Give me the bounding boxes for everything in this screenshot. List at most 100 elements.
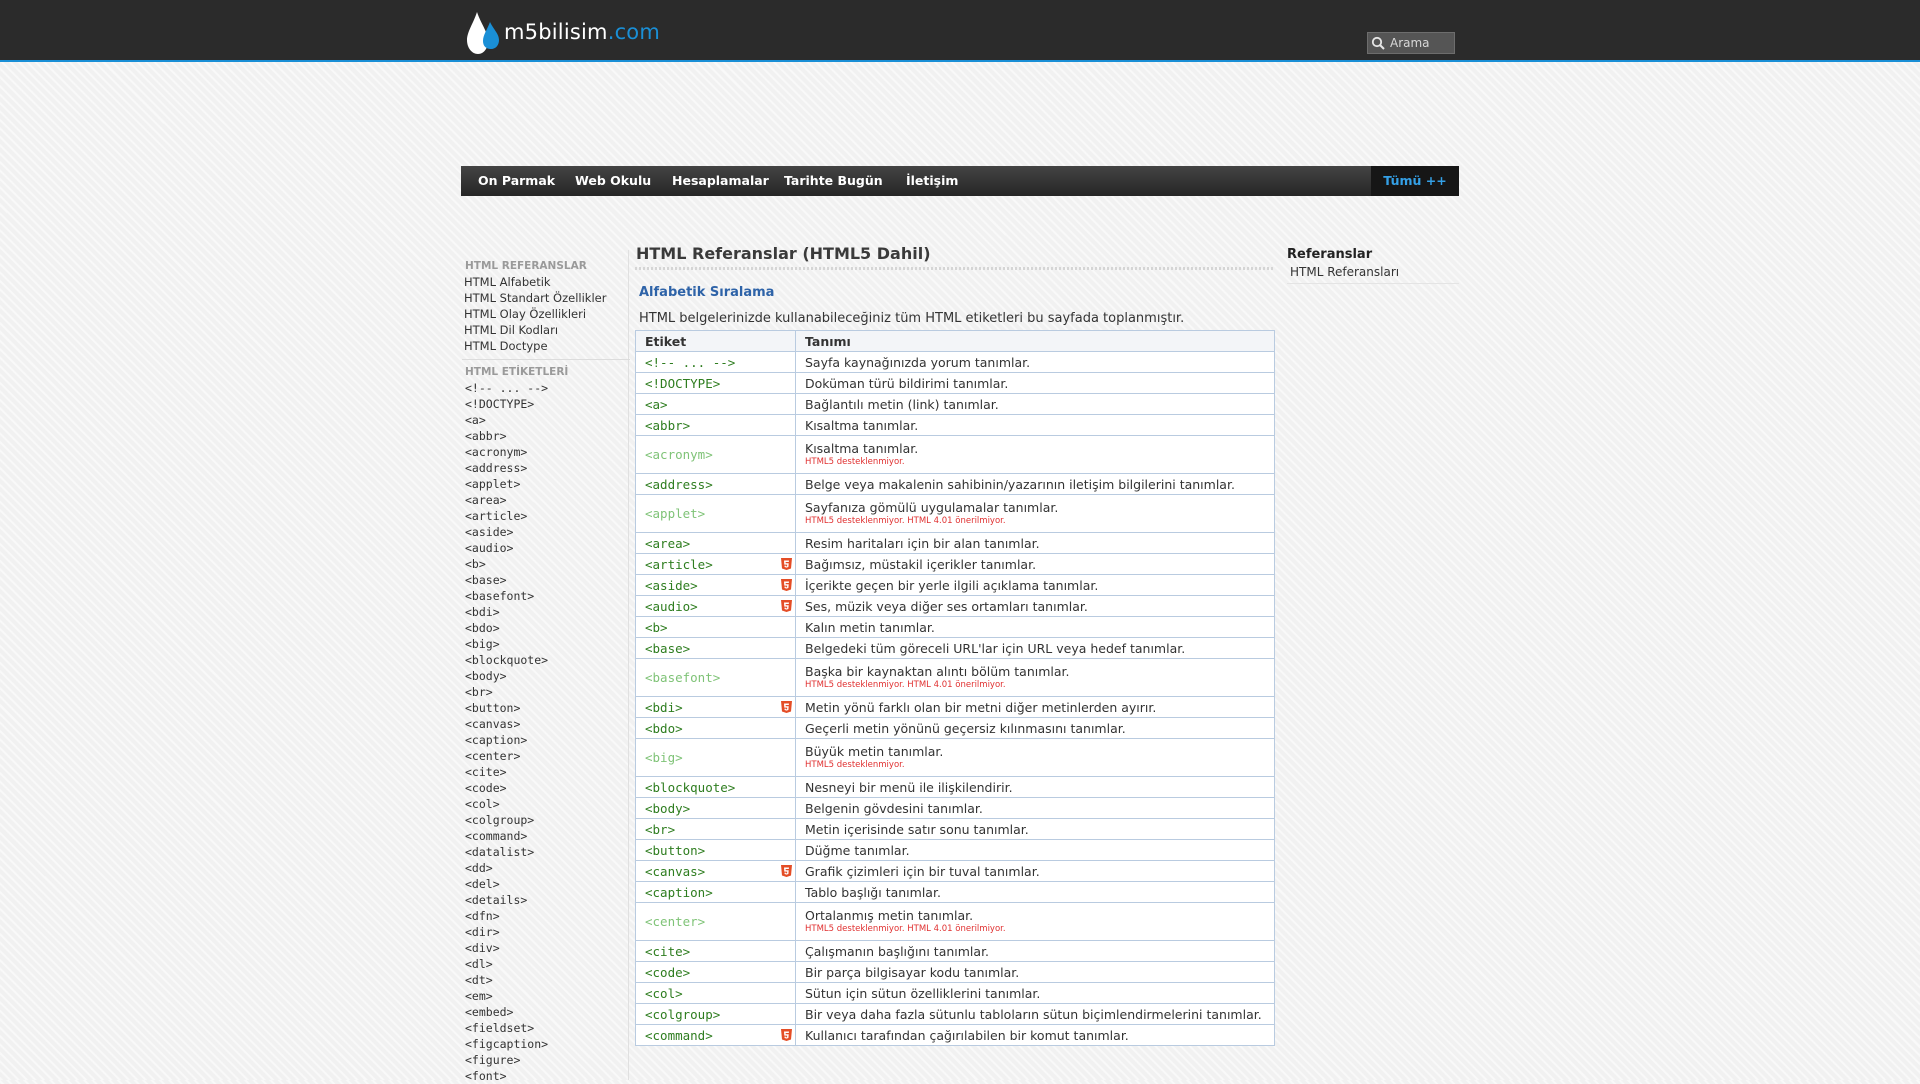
tag-cell[interactable]: <applet> xyxy=(635,494,796,533)
sidebar-tag-link[interactable]: <address> xyxy=(462,460,630,476)
tag-name[interactable]: <bdo> xyxy=(645,721,683,736)
nav-item-iletisim[interactable]: İletişim xyxy=(906,166,958,196)
tag-cell[interactable]: <cite> xyxy=(635,940,796,962)
tag-cell[interactable]: <article> xyxy=(635,553,796,575)
sidebar-tag-link[interactable]: <acronym> xyxy=(462,444,630,460)
sidebar-tag-link[interactable]: <code> xyxy=(462,780,630,796)
sidebar-link[interactable]: HTML Alfabetik xyxy=(462,274,630,290)
sidebar-tag-link[interactable]: <embed> xyxy=(462,1004,630,1020)
tag-cell[interactable]: <acronym> xyxy=(635,435,796,474)
tag-name[interactable]: <acronym> xyxy=(645,447,713,462)
sidebar-tag-link[interactable]: <big> xyxy=(462,636,630,652)
tag-name[interactable]: <colgroup> xyxy=(645,1007,720,1022)
tag-cell[interactable]: <bdi> xyxy=(635,696,796,718)
site-logo[interactable]: m5bilisim.com xyxy=(466,8,660,56)
sidebar-tag-link[interactable]: <applet> xyxy=(462,476,630,492)
tag-name[interactable]: <b> xyxy=(645,620,668,635)
nav-item-web-okulu[interactable]: Web Okulu xyxy=(575,166,651,196)
tag-name[interactable]: <address> xyxy=(645,477,713,492)
sidebar-tag-link[interactable]: <em> xyxy=(462,988,630,1004)
tag-cell[interactable]: <blockquote> xyxy=(635,776,796,798)
right-sidebar-link[interactable]: HTML Referansları xyxy=(1287,264,1459,280)
tag-cell[interactable]: <basefont> xyxy=(635,658,796,697)
tag-name[interactable]: <command> xyxy=(645,1028,713,1043)
tag-cell[interactable]: <command> xyxy=(635,1024,796,1046)
tag-cell[interactable]: <button> xyxy=(635,839,796,861)
sidebar-tag-link[interactable]: <center> xyxy=(462,748,630,764)
sidebar-tag-link[interactable]: <figcaption> xyxy=(462,1036,630,1052)
tag-name[interactable]: <area> xyxy=(645,536,690,551)
sidebar-link[interactable]: HTML Doctype xyxy=(462,338,630,354)
sidebar-tag-link[interactable]: <bdi> xyxy=(462,604,630,620)
tag-cell[interactable]: <big> xyxy=(635,738,796,777)
tag-name[interactable]: <abbr> xyxy=(645,418,690,433)
sidebar-tag-link[interactable]: <base> xyxy=(462,572,630,588)
tag-name[interactable]: <bdi> xyxy=(645,700,683,715)
tag-name[interactable]: <basefont> xyxy=(645,670,720,685)
sidebar-tag-link[interactable]: <font> xyxy=(462,1068,630,1084)
sidebar-link[interactable]: HTML Olay Özellikleri xyxy=(462,306,630,322)
tag-cell[interactable]: <bdo> xyxy=(635,717,796,739)
sidebar-tag-link[interactable]: <colgroup> xyxy=(462,812,630,828)
tag-cell[interactable]: <!-- ... --> xyxy=(635,351,796,373)
sidebar-tag-link[interactable]: <cite> xyxy=(462,764,630,780)
sidebar-tag-link[interactable]: <br> xyxy=(462,684,630,700)
sidebar-tag-link[interactable]: <aside> xyxy=(462,524,630,540)
sidebar-tag-link[interactable]: <caption> xyxy=(462,732,630,748)
sidebar-tag-link[interactable]: <canvas> xyxy=(462,716,630,732)
tag-cell[interactable]: <body> xyxy=(635,797,796,819)
sidebar-tag-link[interactable]: <blockquote> xyxy=(462,652,630,668)
sidebar-tag-link[interactable]: <!-- ... --> xyxy=(462,380,630,396)
tag-cell[interactable]: <br> xyxy=(635,818,796,840)
tag-cell[interactable]: <center> xyxy=(635,902,796,941)
nav-item-hesaplamalar[interactable]: Hesaplamalar xyxy=(672,166,769,196)
sidebar-tag-link[interactable]: <!DOCTYPE> xyxy=(462,396,630,412)
tag-name[interactable]: <center> xyxy=(645,914,705,929)
tag-name[interactable]: <applet> xyxy=(645,506,705,521)
tag-name[interactable]: <article> xyxy=(645,557,713,572)
tag-cell[interactable]: <caption> xyxy=(635,881,796,903)
tag-name[interactable]: <aside> xyxy=(645,578,698,593)
sidebar-tag-link[interactable]: <body> xyxy=(462,668,630,684)
sidebar-tag-link[interactable]: <area> xyxy=(462,492,630,508)
sidebar-tag-link[interactable]: <details> xyxy=(462,892,630,908)
tag-name[interactable]: <audio> xyxy=(645,599,698,614)
tag-cell[interactable]: <canvas> xyxy=(635,860,796,882)
sidebar-tag-link[interactable]: <command> xyxy=(462,828,630,844)
tag-name[interactable]: <code> xyxy=(645,965,690,980)
sidebar-tag-link[interactable]: <fieldset> xyxy=(462,1020,630,1036)
sidebar-tag-link[interactable]: <article> xyxy=(462,508,630,524)
sidebar-tag-link[interactable]: <audio> xyxy=(462,540,630,556)
sidebar-tag-link[interactable]: <dir> xyxy=(462,924,630,940)
search-box[interactable] xyxy=(1367,32,1455,54)
sidebar-tag-link[interactable]: <col> xyxy=(462,796,630,812)
nav-item-tarihte-bugun[interactable]: Tarihte Bugün xyxy=(784,166,883,196)
tag-cell[interactable]: <base> xyxy=(635,637,796,659)
sidebar-tag-link[interactable]: <bdo> xyxy=(462,620,630,636)
tag-cell[interactable]: <code> xyxy=(635,961,796,983)
sidebar-tag-link[interactable]: <del> xyxy=(462,876,630,892)
tag-name[interactable]: <caption> xyxy=(645,885,713,900)
tag-cell[interactable]: <area> xyxy=(635,532,796,554)
tag-cell[interactable]: <colgroup> xyxy=(635,1003,796,1025)
search-input[interactable] xyxy=(1388,36,1452,50)
sidebar-tag-link[interactable]: <figure> xyxy=(462,1052,630,1068)
sidebar-tag-link[interactable]: <basefont> xyxy=(462,588,630,604)
sidebar-tag-link[interactable]: <abbr> xyxy=(462,428,630,444)
tag-name[interactable]: <body> xyxy=(645,801,690,816)
tag-name[interactable]: <cite> xyxy=(645,944,690,959)
sidebar-tag-link[interactable]: <dt> xyxy=(462,972,630,988)
nav-all-button[interactable]: Tümü ++ xyxy=(1371,166,1459,196)
tag-cell[interactable]: <!DOCTYPE> xyxy=(635,372,796,394)
sidebar-tag-link[interactable]: <dd> xyxy=(462,860,630,876)
sidebar-link[interactable]: HTML Dil Kodları xyxy=(462,322,630,338)
tag-name[interactable]: <!DOCTYPE> xyxy=(645,376,720,391)
tag-name[interactable]: <br> xyxy=(645,822,675,837)
tag-cell[interactable]: <b> xyxy=(635,616,796,638)
sidebar-tag-link[interactable]: <dfn> xyxy=(462,908,630,924)
tag-cell[interactable]: <aside> xyxy=(635,574,796,596)
sidebar-tag-link[interactable]: <button> xyxy=(462,700,630,716)
tag-cell[interactable]: <audio> xyxy=(635,595,796,617)
tag-name[interactable]: <col> xyxy=(645,986,683,1001)
sidebar-tag-link[interactable]: <div> xyxy=(462,940,630,956)
